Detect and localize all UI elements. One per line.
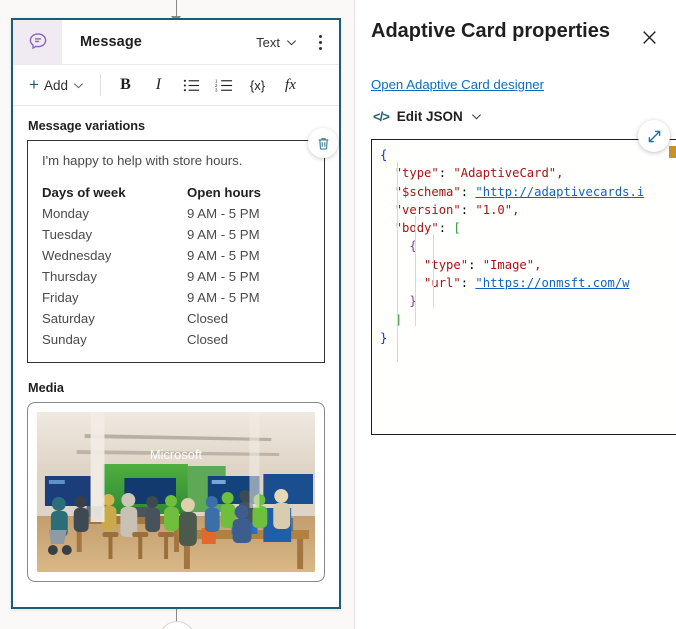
node-body: Message variations I'm happy to help wit…: [13, 106, 339, 582]
node-header: Message Text: [13, 20, 339, 65]
json-key-version: "version": [394, 202, 461, 217]
italic-button[interactable]: I: [142, 70, 175, 100]
screen-root: Message Text + Add B I 1 2 3 {x} fx Mess…: [0, 0, 676, 629]
json-key-schema: "$schema": [394, 184, 461, 199]
node-more-options-button[interactable]: [310, 29, 330, 55]
message-node-card[interactable]: Message Text + Add B I 1 2 3 {x} fx Mess…: [11, 18, 341, 609]
chevron-down-icon: [471, 114, 481, 120]
chevron-down-icon: [73, 82, 83, 88]
json-scrollbar[interactable]: [667, 140, 676, 434]
json-scroll-marker: [669, 146, 676, 158]
add-button-label: Add: [43, 77, 68, 93]
code-icon: </>: [373, 109, 390, 124]
day-cell: Sunday: [42, 332, 87, 347]
edit-json-label: Edit JSON: [396, 109, 463, 124]
svg-text:3: 3: [215, 87, 218, 92]
edit-json-toggle[interactable]: </> Edit JSON: [373, 109, 482, 124]
message-type-dropdown[interactable]: Text: [251, 32, 302, 53]
json-line-11: }: [380, 330, 388, 345]
page-title: Adaptive Card properties: [371, 20, 610, 42]
numbered-list-icon[interactable]: 1 2 3: [208, 70, 241, 100]
json-val-url[interactable]: "https://onmsft.com/w: [475, 276, 629, 290]
table-row: Sunday Closed: [42, 329, 310, 350]
indent-guide: [433, 234, 434, 308]
add-button[interactable]: + Add: [23, 74, 90, 97]
plus-icon: +: [29, 75, 39, 94]
message-variations-label: Message variations: [28, 119, 146, 133]
message-type-value: Text: [256, 34, 280, 50]
day-cell: Wednesday: [42, 248, 112, 263]
chevron-down-icon: [287, 39, 296, 45]
variable-button[interactable]: {x}: [241, 70, 274, 100]
table-header-hours: Open hours: [187, 185, 262, 200]
trash-icon[interactable]: [308, 128, 338, 158]
table-header-row: Days of week Open hours: [42, 185, 310, 203]
formula-button[interactable]: fx: [274, 70, 307, 100]
hours-cell: 9 AM - 5 PM: [187, 206, 260, 221]
json-key-type: "type": [394, 166, 439, 181]
hours-cell: Closed: [187, 332, 229, 347]
hours-cell: 9 AM - 5 PM: [187, 248, 260, 263]
store-photo: Microsoft: [37, 412, 315, 572]
hours-cell: Closed: [187, 311, 229, 326]
day-cell: Friday: [42, 290, 79, 305]
hours-cell: 9 AM - 5 PM: [187, 290, 260, 305]
json-val-version: "1.0",: [475, 202, 520, 217]
close-icon[interactable]: [636, 24, 662, 50]
json-val-image-type: "Image",: [482, 257, 542, 272]
hours-cell: 9 AM - 5 PM: [187, 269, 260, 284]
table-row: Friday 9 AM - 5 PM: [42, 287, 310, 308]
message-bubble-icon: [13, 20, 62, 64]
json-val-body-open: [: [453, 221, 461, 236]
formatting-toolbar: + Add B I 1 2 3 {x} fx: [13, 65, 339, 106]
json-val-schema[interactable]: "http://adaptivecards.i: [475, 185, 644, 199]
json-key-url: "url": [424, 276, 461, 291]
json-editor[interactable]: { "type": "AdaptiveCard", "$schema": "ht…: [371, 139, 676, 435]
json-line-10: ]: [394, 312, 403, 327]
bulleted-list-icon[interactable]: [175, 70, 208, 100]
table-row: Monday 9 AM - 5 PM: [42, 203, 310, 224]
open-adaptive-card-designer-link[interactable]: Open Adaptive Card designer: [371, 77, 544, 92]
indent-guide: [415, 216, 416, 326]
json-val-type: "AdaptiveCard",: [453, 166, 564, 181]
day-cell: Tuesday: [42, 227, 93, 242]
node-title: Message: [80, 34, 142, 50]
toolbar-divider: [99, 74, 101, 96]
media-label: Media: [28, 381, 64, 395]
day-cell: Monday: [42, 206, 89, 221]
indent-guide: [397, 162, 398, 362]
table-row: Saturday Closed: [42, 308, 310, 329]
table-row: Wednesday 9 AM - 5 PM: [42, 245, 310, 266]
expand-diagonal-icon[interactable]: [638, 120, 670, 152]
variation-intro-text: I'm happy to help with store hours.: [42, 153, 243, 168]
json-key-image-type: "type": [424, 257, 469, 272]
adaptive-card-properties-panel: Adaptive Card properties Open Adaptive C…: [355, 0, 676, 629]
svg-text:Microsoft: Microsoft: [150, 447, 203, 462]
node-header-actions: Text: [251, 29, 339, 55]
media-container[interactable]: Microsoft: [27, 402, 325, 582]
json-line-1: {: [380, 148, 388, 162]
bold-button[interactable]: B: [109, 70, 142, 100]
table-row: Tuesday 9 AM - 5 PM: [42, 224, 310, 245]
day-cell: Thursday: [42, 269, 97, 284]
store-hours-table: Days of week Open hours Monday 9 AM - 5 …: [42, 185, 310, 350]
message-variation-textbox[interactable]: I'm happy to help with store hours. Days…: [27, 128, 338, 363]
table-row: Thursday 9 AM - 5 PM: [42, 266, 310, 287]
hours-cell: 9 AM - 5 PM: [187, 227, 260, 242]
table-header-days: Days of week: [42, 185, 126, 200]
day-cell: Saturday: [42, 311, 95, 326]
json-code-content[interactable]: { "type": "AdaptiveCard", "$schema": "ht…: [372, 140, 676, 347]
